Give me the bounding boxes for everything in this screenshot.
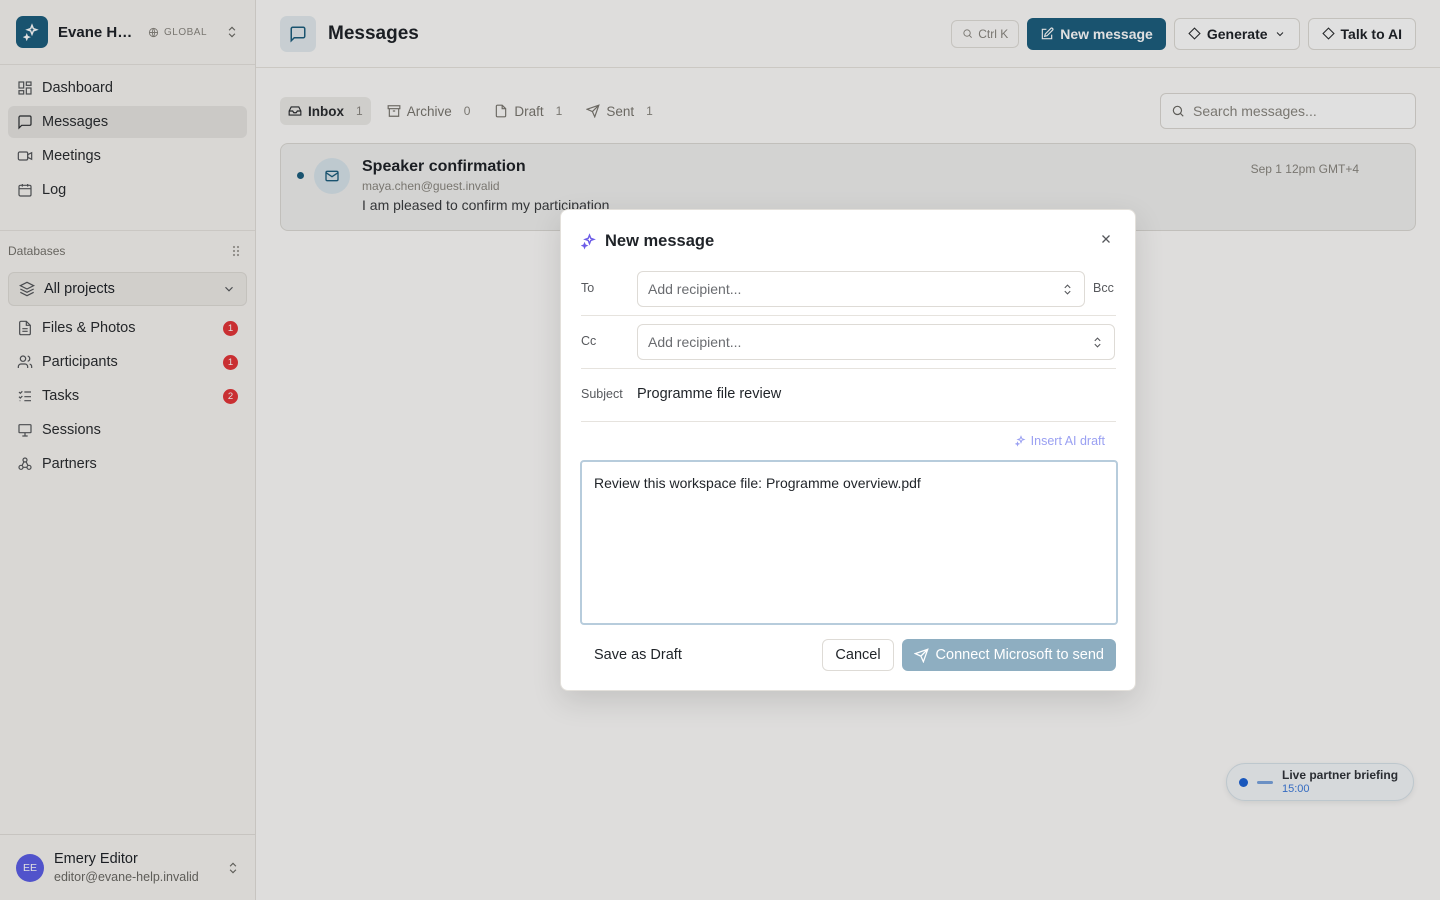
dialog-footer: Save as Draft Cancel Connect Microsoft t… (581, 639, 1116, 671)
send-label: Connect Microsoft to send (935, 647, 1104, 663)
save-draft-button[interactable]: Save as Draft (581, 639, 695, 671)
divider (581, 368, 1116, 369)
close-icon[interactable] (1097, 230, 1115, 248)
cancel-button[interactable]: Cancel (822, 639, 894, 671)
to-row: To Add recipient... Bcc (581, 271, 1116, 307)
subject-row: Subject Programme file review (581, 377, 1116, 402)
to-label: To (581, 281, 595, 295)
cc-recipient-select[interactable]: Add recipient... (637, 324, 1115, 360)
new-message-dialog: New message To Add recipient... Bcc Cc A… (560, 209, 1136, 691)
sparkles-icon (1014, 435, 1026, 447)
to-recipient-select[interactable]: Add recipient... (637, 271, 1085, 307)
divider (581, 315, 1116, 316)
cc-label: Cc (581, 334, 597, 348)
dialog-title: New message (605, 232, 715, 250)
subject-input[interactable]: Programme file review (637, 377, 781, 402)
bcc-toggle[interactable]: Bcc (1093, 271, 1114, 295)
chevrons-up-down-icon (1064, 283, 1071, 295)
chevrons-up-down-icon (1094, 336, 1101, 348)
cc-row: Cc Add recipient... (581, 324, 1116, 360)
insert-ai-draft-button[interactable]: Insert AI draft (1014, 434, 1105, 448)
to-placeholder: Add recipient... (648, 281, 742, 297)
message-body-textarea[interactable]: Review this workspace file: Programme ov… (580, 460, 1118, 625)
body-text: Review this workspace file: Programme ov… (594, 475, 921, 491)
sparkles-icon (581, 233, 596, 250)
dialog-header: New message (581, 232, 714, 251)
subject-label: Subject (581, 387, 623, 401)
cc-placeholder: Add recipient... (648, 334, 742, 350)
send-icon (913, 647, 929, 663)
divider (581, 421, 1116, 422)
insert-ai-draft-label: Insert AI draft (1030, 434, 1105, 448)
connect-microsoft-send-button[interactable]: Connect Microsoft to send (901, 639, 1116, 671)
